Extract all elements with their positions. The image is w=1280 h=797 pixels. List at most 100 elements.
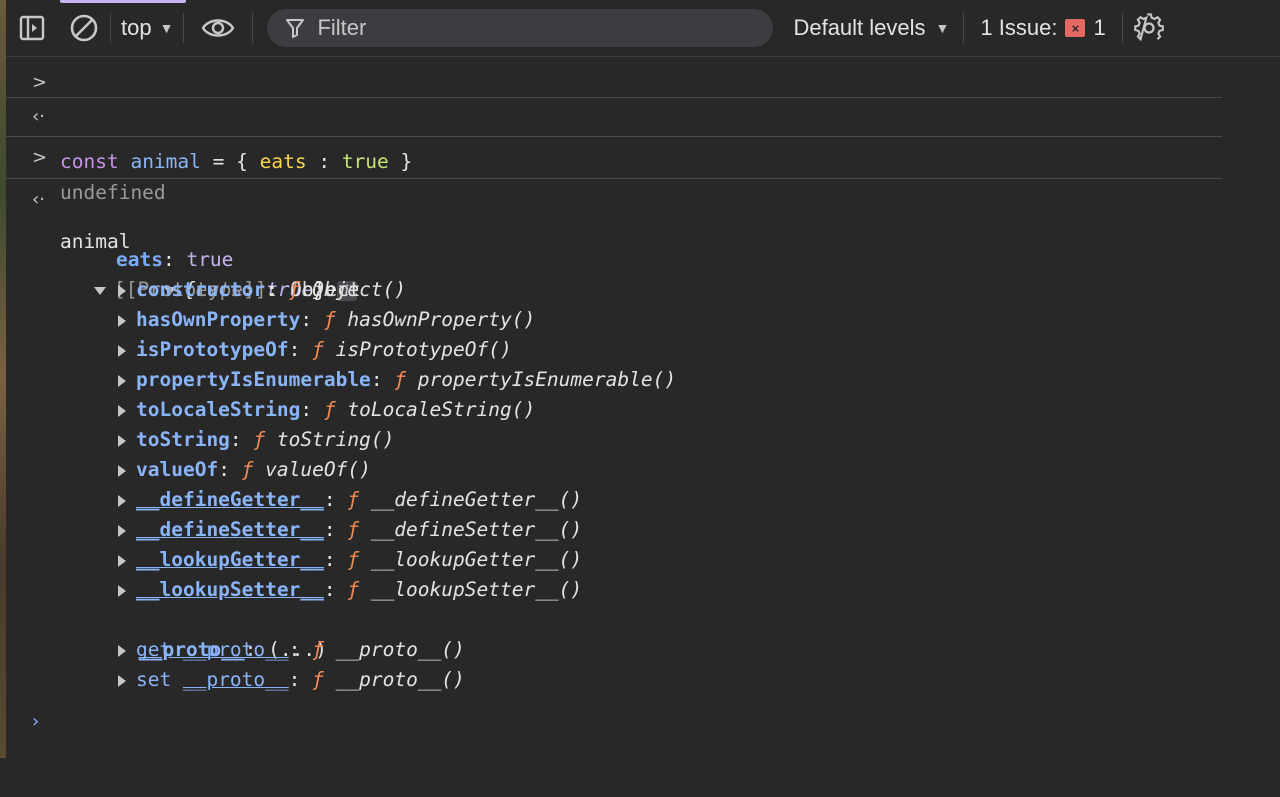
collapsed-triangle-icon[interactable] [118,584,126,597]
member-key: valueOf [136,458,219,481]
member-function: __lookupGetter__() [370,548,583,571]
eye-icon [202,19,235,37]
member-key: __lookupSetter__ [136,578,324,601]
function-symbol: ƒ [312,668,324,691]
collapsed-triangle-icon[interactable] [118,674,126,687]
object-preview-row[interactable]: ‹· {eats: true} i [6,185,1280,301]
function-symbol: ƒ [288,278,301,301]
log-levels-dropdown[interactable]: Default levels ▼ [773,8,963,48]
prototype-member-row[interactable]: __lookupGetter__: ƒ __lookupGetter__() [6,545,1280,575]
console-result-entry: ‹· undefined [6,98,1222,204]
object-result-entry: ‹· {eats: true} i eats: true [[Prototype]… [6,179,1280,695]
member-function: hasOwnProperty() [347,308,536,331]
accessor-members: get __proto__: ƒ __proto__() set __proto_… [6,635,1280,695]
chevron-down-icon: ▼ [159,20,174,36]
member-function: propertyIsEnumerable() [417,368,677,391]
member-function: __defineSetter__() [370,518,583,541]
log-levels-label: Default levels [793,15,926,40]
prototype-member-row[interactable]: toString: ƒ toString() [6,425,1280,455]
member-function: Object() [312,278,407,301]
function-symbol: ƒ [323,398,336,421]
member-function: __defineGetter__() [370,488,583,511]
member-key: constructor [136,278,266,301]
prototype-member-row[interactable]: propertyIsEnumerable: ƒ propertyIsEnumer… [6,365,1280,395]
toolbar-divider [252,13,254,43]
issues-button[interactable]: 1 Issue: × 1 [964,8,1121,48]
accessor-function: __proto__() [335,638,465,661]
error-flag-icon: × [1065,19,1086,37]
function-symbol: ƒ [253,428,266,451]
console-input-entry: > const animal = { eats : true } [6,57,1222,173]
member-key: toLocaleString [136,398,301,421]
member-function: toLocaleString() [347,398,536,421]
function-symbol: ƒ [347,518,360,541]
context-label: top [121,15,152,40]
collapsed-triangle-icon[interactable] [118,404,126,417]
accessor-row[interactable]: get __proto__: ƒ __proto__() [6,635,1280,665]
member-function: isPrototypeOf() [335,338,512,361]
collapsed-triangle-icon[interactable] [118,644,126,657]
function-symbol: ƒ [241,458,254,481]
accessor-row[interactable]: set __proto__: ƒ __proto__() [6,665,1280,695]
function-symbol: ƒ [312,338,324,361]
proto-getter-row[interactable]: __proto__: (...) [6,605,1280,661]
accessor-prefix: get [136,638,183,661]
accessor-prefix: set [136,668,183,691]
prototype-member-row[interactable]: hasOwnProperty: ƒ hasOwnProperty() [6,305,1280,335]
accessor-function: __proto__() [335,668,465,691]
accessor-key: __proto__ [182,638,289,661]
collapsed-triangle-icon[interactable] [118,374,126,387]
prototype-row[interactable]: [[Prototype]]: Object [6,245,1280,301]
context-selector[interactable]: top ▼ [111,8,183,48]
console-input-entry: > animal [6,137,1222,253]
function-symbol: ƒ [394,368,407,391]
prototype-members: constructor: ƒ Object() hasOwnProperty: ƒ… [6,275,1280,605]
collapsed-triangle-icon[interactable] [118,554,126,567]
member-key: __defineGetter__ [136,488,324,511]
console-output[interactable]: > const animal = { eats : true } ‹· unde… [6,57,1280,737]
prototype-member-row[interactable]: valueOf: ƒ valueOf() [6,455,1280,485]
prototype-member-row[interactable]: toLocaleString: ƒ toLocaleString() [6,395,1280,425]
prototype-member-row[interactable]: constructor: ƒ Object() [6,275,1280,305]
collapsed-triangle-icon[interactable] [118,524,126,537]
console-prompt[interactable]: › [6,707,1280,737]
live-expression-button[interactable] [184,8,252,48]
function-symbol: ƒ [347,548,360,571]
active-tab-indicator [60,0,186,3]
collapsed-triangle-icon[interactable] [118,434,126,447]
member-key: __defineSetter__ [136,518,324,541]
filter-field[interactable] [267,9,774,47]
result-arrow-icon: ‹· [32,106,45,127]
function-symbol: ƒ [347,488,360,511]
prototype-member-row[interactable]: __defineGetter__: ƒ __defineGetter__() [6,485,1280,515]
filter-input[interactable] [315,14,740,42]
member-key: hasOwnProperty [136,308,301,331]
accessor-key: __proto__ [182,668,289,691]
issues-label: 1 Issue: [980,15,1058,40]
member-key: propertyIsEnumerable [136,368,371,391]
gear-icon [1133,13,1164,42]
console-settings-button[interactable] [1123,8,1175,48]
filter-icon [286,19,305,38]
sidebar-toggle-button[interactable] [6,8,58,48]
prototype-member-row[interactable]: __defineSetter__: ƒ __defineSetter__() [6,515,1280,545]
collapsed-triangle-icon[interactable] [118,314,126,327]
chevron-down-icon: ▼ [935,20,950,36]
own-property-row: eats: true [116,248,234,271]
member-function: valueOf() [265,458,371,481]
clear-icon [70,14,98,42]
prompt-chevron-icon: › [32,711,40,732]
input-prompt-icon: > [32,147,48,168]
function-symbol: ƒ [323,308,336,331]
console-toolbar: top ▼ Default levels ▼ 1 Issue: × 1 [6,0,1280,57]
prototype-member-row[interactable]: isPrototypeOf: ƒ isPrototypeOf() [6,335,1280,365]
clear-console-button[interactable] [58,8,110,48]
collapsed-triangle-icon[interactable] [118,464,126,477]
collapsed-triangle-icon[interactable] [118,344,126,357]
collapsed-triangle-icon[interactable] [118,284,126,297]
member-key: __lookupGetter__ [136,548,324,571]
member-key: isPrototypeOf [136,338,289,361]
collapsed-triangle-icon[interactable] [118,494,126,507]
prototype-member-row[interactable]: __lookupSetter__: ƒ __lookupSetter__() [6,575,1280,605]
function-symbol: ƒ [312,638,324,661]
